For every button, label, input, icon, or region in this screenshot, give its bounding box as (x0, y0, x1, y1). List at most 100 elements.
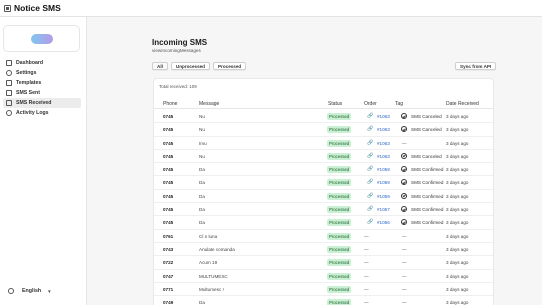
home-icon (6, 60, 12, 66)
filter-processed-button[interactable]: Processed (212, 62, 247, 70)
tag-label: SMS Canceled (411, 153, 442, 159)
sidebar-item-templates[interactable]: Templates (3, 78, 81, 88)
tag-cell: — (402, 246, 407, 252)
tag-label: SMS Confirmed (411, 193, 444, 199)
table-row[interactable]: 0745 Da Processed 🔗 #1056 SMS Confirmed 3 days… (154, 216, 493, 230)
logo-card (3, 25, 80, 52)
order-cell: — (364, 246, 369, 252)
order-link[interactable]: #1063 (377, 114, 390, 119)
message-cell: Da (199, 300, 205, 305)
table-row[interactable]: 0745 Da Processed 🔗 #1059 SMS Confirmed 3 days… (154, 176, 493, 190)
filter-all-button[interactable]: All (152, 62, 168, 70)
sidebar-item-settings[interactable]: Settings (3, 68, 81, 78)
tag-cell: — (402, 273, 407, 279)
link-icon: 🔗 (367, 166, 374, 173)
table-row[interactable]: 0745 Imu Processed 🔗 #1063 — 3 days ago (154, 137, 493, 150)
status-badge: Processed (327, 245, 352, 253)
order-link[interactable]: #1063 (377, 154, 390, 159)
tag-cell: — (402, 233, 407, 239)
table-row[interactable]: 0745 Da Processed 🔗 #1059 SMS Confirmed 3 days… (154, 163, 493, 177)
filter-unprocessed-button[interactable]: Unprocessed (170, 62, 210, 70)
message-cell: Imu (199, 140, 207, 146)
app-icon (4, 4, 11, 12)
phone-cell: 0745 (163, 207, 174, 213)
order-cell: — (364, 233, 369, 239)
check-circle-icon (401, 179, 407, 186)
table-row[interactable]: 0761 Cl n luna Processed — — 3 days ago (154, 230, 493, 243)
check-circle-icon (401, 113, 407, 119)
document-icon (6, 80, 12, 86)
link-icon: 🔗 (367, 206, 374, 213)
table-row[interactable]: 0771 Multumesc ! Processed — — 3 days ago (154, 283, 493, 297)
date-cell: 3 days ago (446, 273, 469, 279)
status-badge: Processed (327, 126, 352, 134)
check-circle-icon (401, 152, 407, 159)
table-row[interactable]: 0745 Nu Processed 🔗 #1063 SMS Canceled 3 days … (154, 123, 493, 137)
status-badge: Processed (327, 259, 352, 267)
date-cell: 3 days ago (446, 300, 469, 305)
column-header-message: Message (199, 101, 220, 107)
table-body: 0745 Nu Processed 🔗 #1063 SMS Canceled 3 days … (154, 110, 493, 305)
status-badge: Processed (327, 272, 352, 280)
table-row[interactable]: 0745 Nu Processed 🔗 #1063 SMS Canceled 3 days … (154, 150, 493, 164)
status-badge: Processed (327, 232, 352, 240)
sidebar-item-sms-received[interactable]: SMS Received (3, 98, 81, 108)
message-cell: Multumesc ! (199, 286, 224, 292)
date-cell: 3 days ago (446, 246, 469, 252)
phone-cell: 0745 (163, 180, 174, 186)
order-link[interactable]: #1059 (377, 180, 390, 185)
tag-cell: — (402, 260, 407, 266)
check-circle-icon (401, 166, 407, 173)
table-row[interactable]: 0747 MULTUMESC Processed — — 3 days ago (154, 270, 493, 283)
date-cell: 3 days ago (446, 207, 469, 213)
table-row[interactable]: 0745 Da Processed 🔗 #1057 SMS Confirmed 3 days… (154, 203, 493, 217)
phone-cell: 0722 (163, 260, 174, 266)
link-icon: 🔗 (367, 113, 374, 119)
sidebar: Dashboard Settings Templates SMS Sent SM… (0, 17, 87, 305)
tag-label: SMS Canceled (411, 127, 442, 133)
sidebar-item-label: Settings (16, 70, 37, 76)
sidebar-item-sms-sent[interactable]: SMS Sent (3, 88, 81, 98)
table-row[interactable]: 0745 Da Processed 🔗 #1059 SMS Confirmed 3 days… (154, 190, 493, 204)
date-cell: 3 days ago (446, 233, 469, 239)
globe-icon (8, 288, 14, 294)
phone-cell: 0747 (163, 273, 174, 279)
sidebar-item-dashboard[interactable]: Dashboard (3, 58, 81, 68)
table-row[interactable]: 0749 Da Processed — — 3 days ago (154, 296, 493, 305)
status-badge: Processed (327, 299, 352, 305)
table-row[interactable]: 0745 Nu Processed 🔗 #1063 SMS Canceled 3 days … (154, 110, 493, 124)
sidebar-item-activity-logs[interactable]: Activity Logs (3, 108, 81, 118)
order-cell: — (364, 286, 369, 292)
clock-icon (6, 110, 12, 116)
language-selector[interactable]: English ▼ (8, 288, 52, 294)
order-link[interactable]: #1057 (377, 207, 390, 212)
sync-from-api-button[interactable]: Sync from API (455, 62, 497, 70)
message-cell: Acum 19 (199, 260, 218, 266)
order-cell: — (364, 260, 369, 266)
total-received: Total received: 109 (159, 84, 197, 89)
table-row[interactable]: 0722 Acum 19 Processed — — 3 days ago (154, 256, 493, 270)
order-link[interactable]: #1059 (377, 194, 390, 199)
message-cell: Da (199, 220, 205, 226)
sidebar-item-label: SMS Sent (16, 90, 40, 96)
table-row[interactable]: 0743 Anulate comanda Processed — — 3 days ago (154, 243, 493, 257)
date-cell: 3 days ago (446, 114, 469, 119)
link-icon: 🔗 (367, 126, 374, 133)
sidebar-item-label: Templates (16, 80, 42, 86)
brand-logo (30, 33, 53, 44)
tag-label: SMS Canceled (411, 114, 442, 119)
status-badge: Processed (327, 192, 352, 200)
order-link[interactable]: #1059 (377, 167, 390, 172)
status-badge: Processed (327, 166, 352, 174)
status-badge: Processed (327, 152, 352, 160)
phone-cell: 0761 (163, 233, 174, 239)
date-cell: 3 days ago (446, 193, 469, 199)
order-link[interactable]: #1056 (377, 220, 390, 225)
status-badge: Processed (327, 219, 352, 227)
messages-card: Total received: 109 Phone Message Status… (153, 78, 494, 305)
table-header: Phone Message Status Order Tag Date Rece… (154, 99, 493, 109)
main-content: Incoming SMS viewIncomingMessages All Un… (87, 17, 542, 305)
sidebar-item-label: SMS Received (16, 100, 52, 106)
order-link[interactable]: #1063 (377, 141, 390, 146)
order-link[interactable]: #1063 (377, 127, 390, 132)
